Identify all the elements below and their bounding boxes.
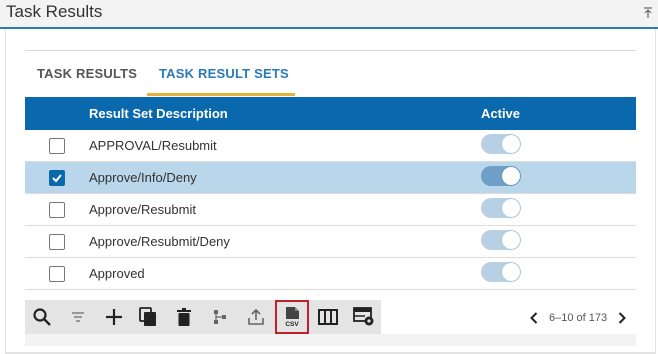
row-description: Approve/Info/Deny [89,170,197,185]
columns-icon [318,309,338,325]
table-row[interactable]: Approve/Resubmit/Deny [25,226,636,258]
result-sets-table: Result Set Description Active APPROVAL/R… [25,97,636,290]
table-row[interactable]: Approve/Resubmit [25,194,636,226]
active-toggle[interactable] [481,262,521,282]
copy-button[interactable] [131,300,165,334]
table-header: Result Set Description Active [25,97,636,130]
toggle-knob [502,199,520,217]
table-row[interactable]: Approved [25,258,636,290]
grid-toolbar: CSV [25,300,381,334]
checkmark-icon [52,174,62,183]
collapse-icon[interactable] [642,6,654,20]
csv-icon: CSV [285,307,299,328]
table-row[interactable]: APPROVAL/Resubmit [25,130,636,162]
prev-page-button[interactable] [527,308,541,328]
grid-footer [25,334,636,346]
row-checkbox[interactable] [49,138,65,154]
delete-icon [177,308,191,326]
columns-button[interactable] [311,300,345,334]
active-toggle[interactable] [481,166,521,186]
row-checkbox[interactable] [49,170,65,186]
pagination: 6–10 of 173 [527,308,629,328]
export-button[interactable] [239,300,273,334]
row-description: Approve/Resubmit/Deny [89,234,230,249]
hierarchy-button[interactable] [203,300,237,334]
add-button[interactable] [97,300,131,334]
column-header-description[interactable]: Result Set Description [89,106,228,121]
search-button[interactable] [25,300,59,334]
settings-grid-icon [353,307,374,326]
filter-icon [72,312,84,322]
active-toggle[interactable] [481,230,521,250]
csv-export-button[interactable]: CSV [275,300,309,334]
column-header-active[interactable]: Active [481,106,520,121]
chevron-left-icon [530,312,538,324]
tab-task-results[interactable]: TASK RESULTS [37,66,137,81]
window-titlebar: Task Results [0,0,658,29]
table-row[interactable]: Approve/Info/Deny [25,162,636,194]
pagination-info: 6–10 of 173 [549,312,608,324]
delete-button[interactable] [167,300,201,334]
toggle-knob [502,231,520,249]
chevron-right-icon [618,312,627,324]
copy-icon [139,307,156,326]
toggle-knob [502,167,520,185]
row-description: Approve/Resubmit [89,202,196,217]
search-icon [33,308,51,326]
row-description: APPROVAL/Resubmit [89,138,217,153]
toggle-knob [502,135,520,153]
csv-label: CSV [285,321,299,328]
row-description: Approved [89,266,145,281]
hierarchy-icon [214,310,226,324]
divider [25,50,636,51]
row-checkbox[interactable] [49,266,65,282]
next-page-button[interactable] [615,308,629,328]
page-title: Task Results [6,2,103,21]
row-checkbox[interactable] [49,234,65,250]
row-checkbox[interactable] [49,202,65,218]
active-toggle[interactable] [481,198,521,218]
tab-task-result-sets[interactable]: TASK RESULT SETS [159,66,289,81]
grid-settings-button[interactable] [347,300,381,334]
toggle-knob [502,263,520,281]
add-icon [106,309,122,325]
active-toggle[interactable] [481,134,521,154]
active-tab-indicator [147,93,295,96]
filter-button[interactable] [61,300,95,334]
export-icon [248,308,264,325]
